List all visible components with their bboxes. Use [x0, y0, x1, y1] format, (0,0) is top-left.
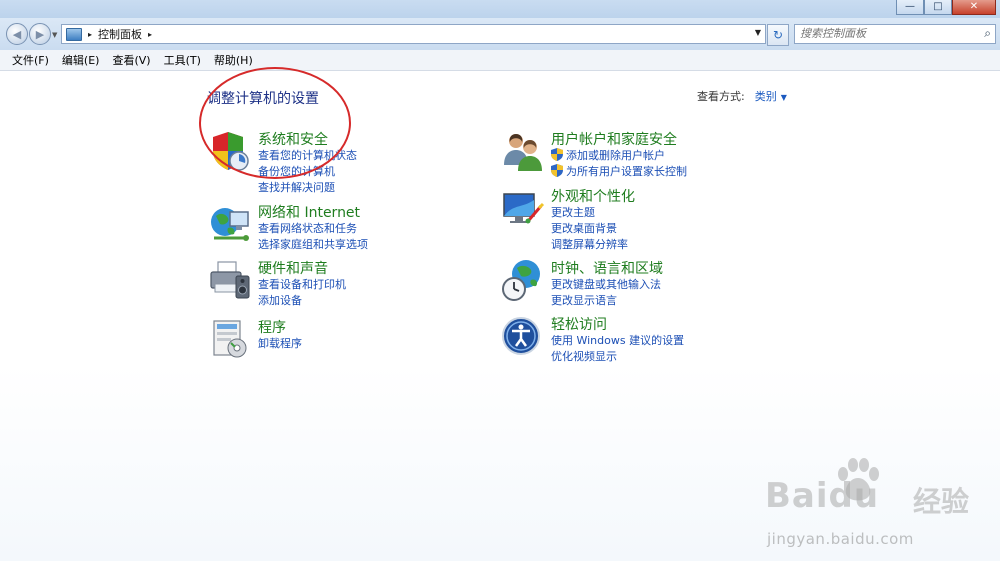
link-add-remove-accounts[interactable]: 添加或删除用户帐户 — [551, 147, 665, 163]
breadcrumb-control-panel[interactable]: 控制面板 — [98, 26, 142, 42]
page-title: 调整计算机的设置 — [207, 91, 319, 107]
shield-icon[interactable] — [208, 129, 252, 173]
menu-edit[interactable]: 编辑(E) — [62, 52, 100, 68]
navigation-bar: ◀ ▶ ▼ ▸ 控制面板 ▸ ▼ ↻ ⌕ — [0, 18, 1000, 50]
category-title[interactable]: 轻松访问 — [551, 314, 607, 334]
breadcrumb-separator-icon[interactable]: ▸ — [88, 30, 92, 39]
caption-buttons: — □ ✕ — [896, 0, 996, 15]
link-view-network-status[interactable]: 查看网络状态和任务 — [258, 220, 357, 236]
uac-shield-icon — [551, 148, 563, 161]
users-icon[interactable] — [501, 129, 545, 173]
forward-button[interactable]: ▶ — [29, 23, 51, 45]
category-title[interactable]: 网络和 Internet — [258, 202, 360, 222]
breadcrumb-separator-icon[interactable]: ▸ — [148, 30, 152, 39]
link-change-desktop-background[interactable]: 更改桌面背景 — [551, 220, 617, 236]
maximize-button[interactable]: □ — [924, 0, 952, 15]
view-by-control[interactable]: 查看方式: 类别 ▼ — [697, 88, 787, 104]
link-windows-recommended-settings[interactable]: 使用 Windows 建议的设置 — [551, 332, 684, 348]
category-title[interactable]: 用户帐户和家庭安全 — [551, 129, 677, 149]
category-title[interactable]: 系统和安全 — [258, 129, 328, 149]
appearance-icon[interactable] — [501, 186, 545, 230]
watermark-brand-cn: 经验 — [913, 485, 970, 518]
address-bar[interactable]: ▸ 控制面板 ▸ ▼ — [61, 24, 766, 44]
minimize-button[interactable]: — — [896, 0, 924, 15]
category-title[interactable]: 硬件和声音 — [258, 258, 328, 278]
link-backup-computer[interactable]: 备份您的计算机 — [258, 163, 335, 179]
link-devices-printers[interactable]: 查看设备和打印机 — [258, 276, 346, 292]
search-box[interactable]: ⌕ — [794, 24, 996, 44]
category-title[interactable]: 时钟、语言和区域 — [551, 258, 663, 278]
refresh-button[interactable]: ↻ — [767, 24, 789, 46]
printer-icon[interactable] — [208, 258, 252, 302]
address-dropdown-icon[interactable]: ▼ — [755, 28, 761, 37]
control-panel-icon — [66, 27, 82, 41]
view-by-value[interactable]: 类别 — [755, 90, 777, 103]
link-homegroup-sharing[interactable]: 选择家庭组和共享选项 — [258, 236, 368, 252]
category-title[interactable]: 外观和个性化 — [551, 186, 635, 206]
view-by-label: 查看方式: — [697, 90, 745, 103]
menu-help[interactable]: 帮助(H) — [214, 52, 253, 68]
menu-bar: 文件(F) 编辑(E) 查看(V) 工具(T) 帮助(H) — [0, 50, 1000, 71]
close-button[interactable]: ✕ — [952, 0, 996, 15]
back-arrow-icon: ◀ — [12, 27, 22, 41]
forward-arrow-icon: ▶ — [35, 27, 45, 41]
link-optimize-video-display[interactable]: 优化视频显示 — [551, 348, 617, 364]
search-icon[interactable]: ⌕ — [984, 26, 991, 41]
menu-tools[interactable]: 工具(T) — [164, 52, 201, 68]
search-input[interactable] — [795, 25, 975, 41]
category-title[interactable]: 程序 — [258, 317, 286, 337]
view-by-dropdown-icon[interactable]: ▼ — [781, 93, 787, 102]
menu-file[interactable]: 文件(F) — [12, 52, 49, 68]
uac-shield-icon — [551, 164, 563, 177]
watermark-url: jingyan.baidu.com — [767, 530, 914, 548]
recent-pages-dropdown[interactable]: ▼ — [52, 31, 57, 39]
link-add-device[interactable]: 添加设备 — [258, 292, 302, 308]
back-button[interactable]: ◀ — [6, 23, 28, 45]
programs-icon[interactable] — [208, 317, 252, 361]
ease-of-access-icon[interactable] — [501, 314, 545, 358]
link-parental-controls[interactable]: 为所有用户设置家长控制 — [551, 163, 687, 179]
link-change-display-language[interactable]: 更改显示语言 — [551, 292, 617, 308]
link-text[interactable]: 为所有用户设置家长控制 — [566, 165, 687, 178]
refresh-icon: ↻ — [772, 28, 784, 42]
link-view-computer-status[interactable]: 查看您的计算机状态 — [258, 147, 357, 163]
menu-view[interactable]: 查看(V) — [112, 52, 150, 68]
link-text[interactable]: 添加或删除用户帐户 — [566, 149, 665, 162]
control-panel-window: — □ ✕ ◀ ▶ ▼ ▸ 控制面板 ▸ ▼ ↻ ⌕ 文件(F) 编辑(E) 查… — [0, 0, 1000, 561]
baidu-watermark: Baidu 经验 jingyan.baidu.com — [765, 458, 995, 558]
network-icon[interactable] — [208, 202, 252, 246]
link-uninstall-program[interactable]: 卸载程序 — [258, 335, 302, 351]
link-troubleshoot[interactable]: 查找并解决问题 — [258, 179, 335, 195]
title-bar: — □ ✕ — [0, 0, 1000, 18]
link-adjust-resolution[interactable]: 调整屏幕分辨率 — [551, 236, 628, 252]
watermark-brand: Baidu — [765, 476, 880, 516]
link-change-theme[interactable]: 更改主题 — [551, 204, 595, 220]
clock-globe-icon[interactable] — [501, 258, 545, 302]
link-change-input-method[interactable]: 更改键盘或其他输入法 — [551, 276, 661, 292]
